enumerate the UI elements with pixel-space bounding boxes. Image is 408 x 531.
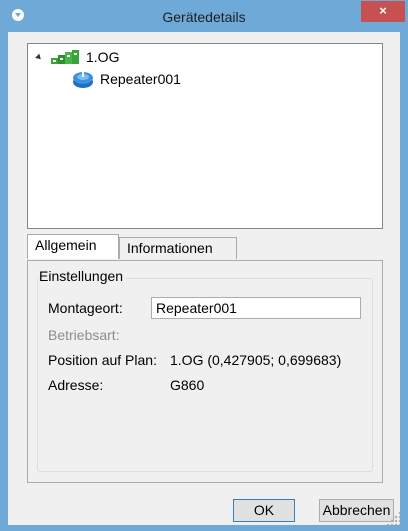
close-button[interactable]: × — [361, 1, 405, 22]
tab-panel-allgemein: Einstellungen — [27, 260, 383, 483]
tree-item-floor[interactable]: 1.OG — [35, 47, 120, 67]
position-label: Position auf Plan: — [48, 352, 157, 368]
dialog-window: Gerätedetails × 1.OG Repeater001 Allgeme… — [0, 0, 408, 531]
settings-group-title: Einstellungen — [39, 268, 127, 284]
tree-item-label: Repeater001 — [100, 71, 181, 87]
tab-allgemein[interactable]: Allgemein — [27, 234, 119, 259]
tree-expander-icon[interactable] — [35, 53, 43, 61]
tree-item-repeater[interactable]: Repeater001 — [72, 69, 181, 89]
cancel-button[interactable]: Abbrechen — [319, 499, 394, 522]
tab-informationen[interactable]: Informationen — [119, 237, 237, 259]
position-value: 1.OG (0,427905; 0,699683) — [170, 352, 342, 368]
window-title: Gerätedetails — [162, 9, 246, 25]
dialog-content: 1.OG Repeater001 Allgemein Informationen… — [8, 32, 400, 525]
adresse-label: Adresse: — [48, 377, 104, 393]
title-bar[interactable]: Gerätedetails × — [1, 1, 407, 32]
montageort-input[interactable]: Repeater001 — [151, 297, 361, 319]
montageort-label: Montageort: — [48, 300, 123, 316]
tree-item-label: 1.OG — [86, 49, 120, 65]
ok-button[interactable]: OK — [233, 499, 295, 522]
repeater-icon — [73, 72, 93, 88]
floor-plan-icon — [51, 50, 79, 64]
betriebsart-label: Betriebsart: — [48, 327, 120, 343]
device-tree[interactable]: 1.OG Repeater001 — [27, 43, 383, 229]
adresse-value: G860 — [170, 377, 205, 393]
